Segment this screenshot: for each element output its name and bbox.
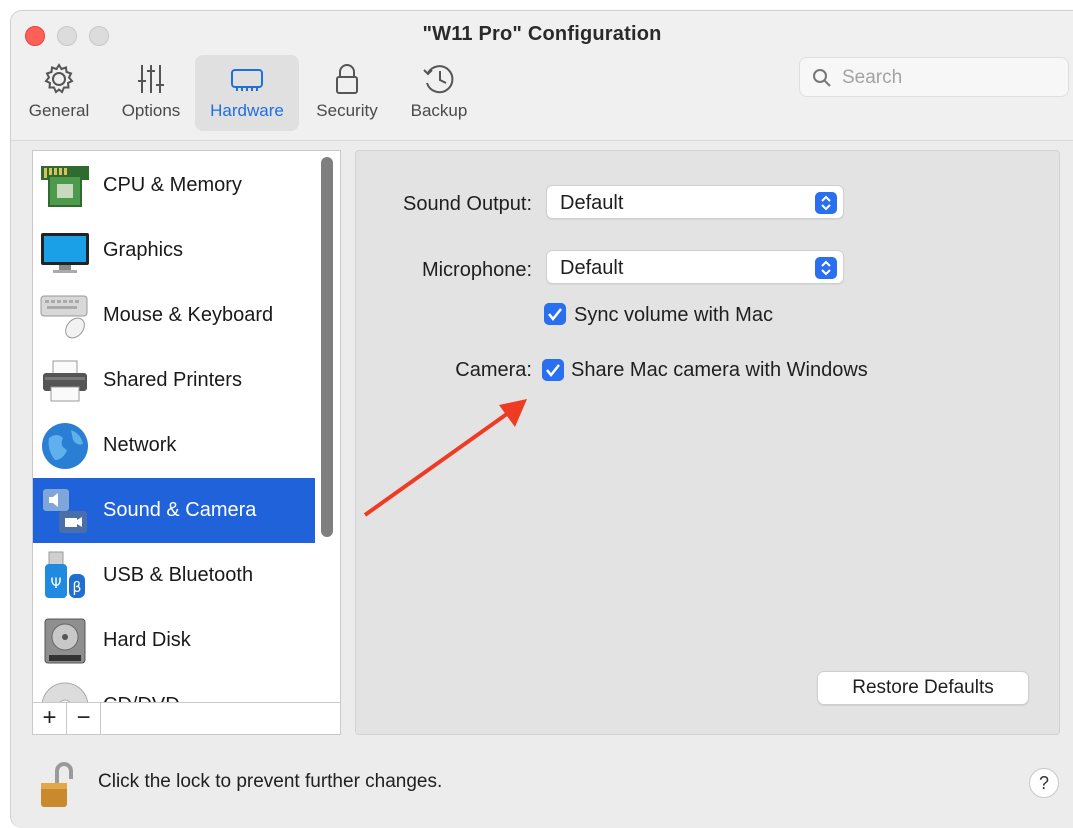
sidebar-item-hard-disk[interactable]: Hard Disk	[33, 608, 315, 673]
microphone-label: Microphone:	[421, 259, 532, 281]
sound-output-select[interactable]: Default	[546, 185, 844, 219]
hard-disk-icon	[44, 618, 86, 663]
hardware-device-list: CPU & Memory Graphics Mouse & Keyboard S…	[33, 151, 333, 703]
sidebar-item-shared-printers[interactable]: Shared Printers	[33, 348, 315, 413]
sidebar-item-label: Shared Printers	[103, 369, 242, 391]
monitor-icon	[41, 232, 89, 273]
cd-dvd-icon	[41, 682, 89, 703]
printer-icon	[43, 360, 87, 401]
sidebar-item-label: Network	[103, 434, 177, 456]
tab-options-label: Options	[121, 101, 181, 120]
sidebar-item-usb-bluetooth[interactable]: Ψ β USB & Bluetooth	[33, 543, 315, 608]
sidebar-item-label: USB & Bluetooth	[103, 564, 254, 586]
tab-hardware-label: Hardware	[210, 101, 284, 120]
configuration-window: "W11 Pro" Configuration General Options	[10, 10, 1073, 828]
sidebar-scrollbar[interactable]	[321, 157, 333, 537]
sync-volume-label: Sync volume with Mac	[574, 304, 773, 326]
sync-volume-checkbox[interactable]	[544, 303, 566, 325]
microphone-select[interactable]: Default	[546, 250, 844, 284]
search-field[interactable]: Search	[799, 57, 1069, 97]
tab-backup-label: Backup	[410, 101, 468, 120]
sidebar-item-label: CPU & Memory	[103, 174, 242, 196]
usb-bluetooth-icon: Ψ β	[45, 551, 85, 598]
tab-backup[interactable]: Backup	[399, 55, 479, 131]
lock-message: Click the lock to prevent further change…	[98, 771, 443, 792]
help-button[interactable]: ?	[1029, 768, 1059, 798]
globe-icon	[42, 422, 88, 469]
sidebar-item-graphics[interactable]: Graphics	[33, 218, 315, 283]
restore-defaults-button[interactable]: Restore Defaults	[817, 671, 1029, 705]
gear-icon	[44, 63, 74, 94]
sidebar-item-label: Mouse & Keyboard	[103, 304, 274, 326]
clock-history-icon	[423, 65, 454, 94]
camera-label: Camera:	[455, 359, 532, 381]
tab-general[interactable]: General	[19, 55, 99, 131]
tab-security[interactable]: Security	[307, 55, 387, 131]
mouse-keyboard-icon	[40, 295, 88, 338]
sound-output-value: Default	[560, 192, 624, 214]
share-camera-label: Share Mac camera with Windows	[571, 359, 868, 381]
chevron-updown-icon	[815, 257, 837, 279]
sidebar-item-cd-dvd[interactable]: CD/DVD	[33, 673, 315, 703]
sound-output-label: Sound Output:	[403, 193, 532, 215]
lock-icon	[336, 64, 358, 94]
chip-icon	[231, 69, 263, 91]
tab-options[interactable]: Options	[111, 55, 191, 131]
annotation-arrow	[363, 399, 527, 517]
remove-device-button[interactable]: −	[67, 703, 101, 734]
search-icon	[813, 69, 831, 87]
tab-security-label: Security	[316, 101, 378, 120]
sliders-icon	[138, 65, 164, 93]
cpu-memory-icon	[41, 165, 89, 207]
svg-text:Ψ: Ψ	[50, 576, 61, 592]
microphone-value: Default	[560, 257, 624, 279]
sidebar-item-label: Graphics	[103, 239, 184, 261]
window-title: "W11 Pro" Configuration	[422, 23, 662, 45]
sidebar-item-sound-camera[interactable]: Sound & Camera	[33, 478, 315, 543]
sidebar-item-label: Sound & Camera	[103, 499, 257, 521]
sidebar-item-network[interactable]: Network	[33, 413, 315, 478]
open-lock-icon[interactable]	[37, 759, 79, 815]
share-camera-checkbox[interactable]	[542, 359, 564, 381]
sidebar-footer: + −	[33, 702, 340, 734]
sidebar-item-mouse-keyboard[interactable]: Mouse & Keyboard	[33, 283, 315, 348]
hardware-sidebar: CPU & Memory Graphics Mouse & Keyboard S…	[32, 150, 341, 735]
tab-hardware[interactable]: Hardware	[195, 55, 299, 131]
sidebar-item-label: Hard Disk	[103, 629, 191, 651]
toolbar: "W11 Pro" Configuration General Options	[11, 11, 1073, 141]
chevron-updown-icon	[815, 192, 837, 214]
tab-general-label: General	[28, 101, 90, 120]
sidebar-item-cpu-memory[interactable]: CPU & Memory	[33, 153, 315, 218]
add-device-button[interactable]: +	[33, 703, 67, 734]
sound-camera-icon	[43, 488, 87, 533]
svg-text:β: β	[73, 580, 82, 596]
search-placeholder: Search	[842, 67, 903, 88]
